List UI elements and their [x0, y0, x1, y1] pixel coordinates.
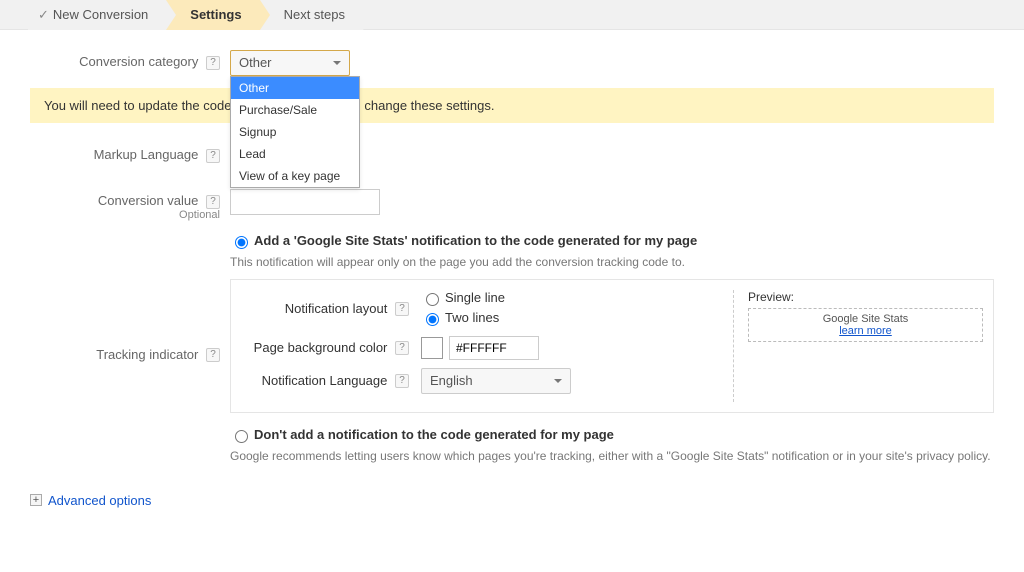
radio-single-line-input[interactable] — [426, 293, 439, 306]
radio-label-text: Single line — [445, 290, 505, 305]
label-text: Markup Language — [94, 147, 199, 162]
row-markup-language: Markup Language ? HTML — [30, 143, 994, 169]
label-tracking-indicator: Tracking indicator ? — [30, 343, 230, 363]
radio-dont-desc: Google recommends letting users know whi… — [230, 449, 994, 463]
preview-learn-more-link[interactable]: learn more — [839, 325, 892, 337]
label-text: Notification layout — [285, 301, 388, 316]
color-swatch[interactable] — [421, 337, 443, 359]
radio-dont-add-input[interactable] — [235, 430, 248, 443]
preview-label: Preview: — [748, 290, 983, 304]
dropdown-item-lead[interactable]: Lead — [231, 143, 359, 165]
chevron-down-icon — [554, 379, 562, 383]
help-icon[interactable]: ? — [395, 341, 409, 355]
row-tracking-indicator: Tracking indicator ? Add a 'Google Site … — [30, 233, 994, 473]
row-notification-layout: Notification layout ? Single line Two li… — [241, 290, 733, 328]
help-icon[interactable]: ? — [395, 374, 409, 388]
radio-label-text: Add a 'Google Site Stats' notification t… — [254, 233, 697, 248]
radio-two-lines[interactable]: Two lines — [421, 310, 499, 326]
conversion-category-menu: Other Purchase/Sale Signup Lead View of … — [230, 76, 360, 188]
checkmark-icon: ✓ — [38, 7, 49, 22]
row-conversion-value: Conversion value ? Optional — [30, 189, 994, 221]
breadcrumb-label: New Conversion — [53, 7, 148, 22]
label-text: Conversion category — [79, 54, 198, 69]
label-notification-language: Notification Language ? — [241, 373, 421, 389]
breadcrumb-step-settings[interactable]: Settings — [166, 0, 259, 30]
notification-settings-box: Notification layout ? Single line Two li… — [230, 279, 994, 413]
dropdown-item-other[interactable]: Other — [231, 77, 359, 99]
label-notification-layout: Notification layout ? — [241, 301, 421, 317]
dropdown-item-viewkey[interactable]: View of a key page — [231, 165, 359, 187]
row-background-color: Page background color ? — [241, 336, 733, 360]
label-text: Conversion value — [98, 193, 198, 208]
radio-two-lines-input[interactable] — [426, 313, 439, 326]
preview-box: Google Site Stats learn more — [748, 308, 983, 342]
label-background-color: Page background color ? — [241, 340, 421, 356]
label-text: Notification Language — [262, 373, 388, 388]
breadcrumb: ✓ New Conversion Settings Next steps — [0, 0, 1024, 30]
label-text: Page background color — [254, 340, 388, 355]
help-icon[interactable]: ? — [206, 149, 220, 163]
background-color-input[interactable] — [449, 336, 539, 360]
advanced-options-toggle[interactable]: + Advanced options — [30, 493, 994, 508]
radio-label-text: Don't add a notification to the code gen… — [254, 427, 614, 442]
radio-add-desc: This notification will appear only on th… — [230, 255, 994, 269]
radio-dont-add-notification[interactable]: Don't add a notification to the code gen… — [230, 427, 994, 443]
label-conversion-category: Conversion category ? — [30, 50, 230, 70]
dropdown-value: English — [430, 369, 473, 393]
conversion-category-dropdown[interactable]: Other — [230, 50, 350, 76]
radio-add-notification-input[interactable] — [235, 236, 248, 249]
help-icon[interactable]: ? — [206, 56, 220, 70]
row-notification-language: Notification Language ? English — [241, 368, 733, 394]
breadcrumb-label: Settings — [190, 7, 241, 22]
radio-label-text: Two lines — [445, 310, 499, 325]
radio-add-notification[interactable]: Add a 'Google Site Stats' notification t… — [230, 233, 994, 249]
notification-language-dropdown[interactable]: English — [421, 368, 571, 394]
label-text: Tracking indicator — [96, 347, 198, 362]
warning-banner: You will need to update the code on your… — [30, 88, 994, 123]
radio-single-line[interactable]: Single line — [421, 290, 505, 306]
label-conversion-value: Conversion value ? Optional — [30, 189, 230, 221]
help-icon[interactable]: ? — [206, 348, 220, 362]
dropdown-value: Other — [239, 51, 272, 75]
breadcrumb-step-new-conversion[interactable]: ✓ New Conversion — [28, 0, 166, 30]
chevron-down-icon — [333, 61, 341, 65]
row-conversion-category: Conversion category ? Other Other Purcha… — [30, 50, 994, 76]
advanced-label: Advanced options — [48, 493, 151, 508]
help-icon[interactable]: ? — [395, 302, 409, 316]
dropdown-item-signup[interactable]: Signup — [231, 121, 359, 143]
label-markup-language: Markup Language ? — [30, 143, 230, 163]
conversion-value-input[interactable] — [230, 189, 380, 215]
breadcrumb-label: Next steps — [284, 7, 345, 22]
dropdown-item-purchase[interactable]: Purchase/Sale — [231, 99, 359, 121]
help-icon[interactable]: ? — [206, 195, 220, 209]
preview-text: Google Site Stats — [757, 313, 974, 325]
breadcrumb-step-next[interactable]: Next steps — [260, 0, 363, 30]
plus-icon: + — [30, 494, 42, 506]
label-sub: Optional — [30, 209, 220, 221]
